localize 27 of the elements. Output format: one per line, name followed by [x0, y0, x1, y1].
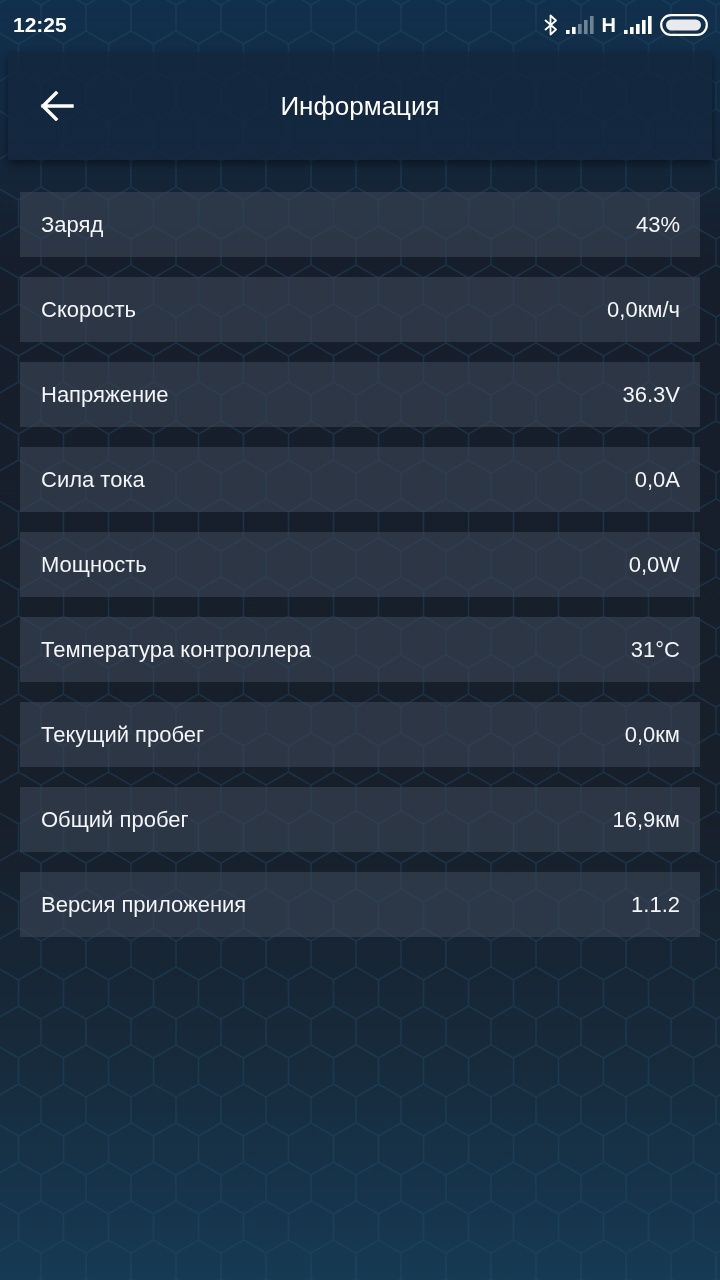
info-label: Напряжение [41, 381, 169, 408]
info-value: 0,0A [634, 466, 680, 493]
info-label: Заряд [41, 211, 104, 238]
info-label: Текущий пробег [41, 721, 205, 748]
info-value: 31°C [630, 636, 680, 663]
signal-icon [624, 16, 652, 34]
signal-icon [565, 16, 594, 34]
status-time: 12:25 [13, 13, 67, 37]
info-label: Мощность [41, 551, 147, 578]
info-label: Скорость [41, 296, 136, 323]
info-value: 0,0км/ч [607, 296, 680, 323]
bluetooth-icon [543, 14, 558, 36]
screen-title: Информация [280, 90, 440, 122]
battery-icon [660, 14, 708, 36]
info-value: 43% [635, 211, 680, 238]
info-label: Общий пробег [41, 806, 189, 833]
info-value: 1.1.2 [631, 891, 680, 918]
info-label: Версия приложения [41, 891, 247, 918]
info-label: Температура контроллера [41, 636, 312, 663]
info-value: 36.3V [622, 381, 680, 408]
back-button[interactable] [38, 89, 76, 123]
info-value: 0,0км [624, 721, 680, 748]
info-value: 16,9км [612, 806, 680, 833]
info-value: 0,0W [628, 551, 680, 578]
info-label: Сила тока [41, 466, 145, 493]
network-type: H [601, 13, 616, 37]
back-arrow-icon [40, 91, 74, 121]
